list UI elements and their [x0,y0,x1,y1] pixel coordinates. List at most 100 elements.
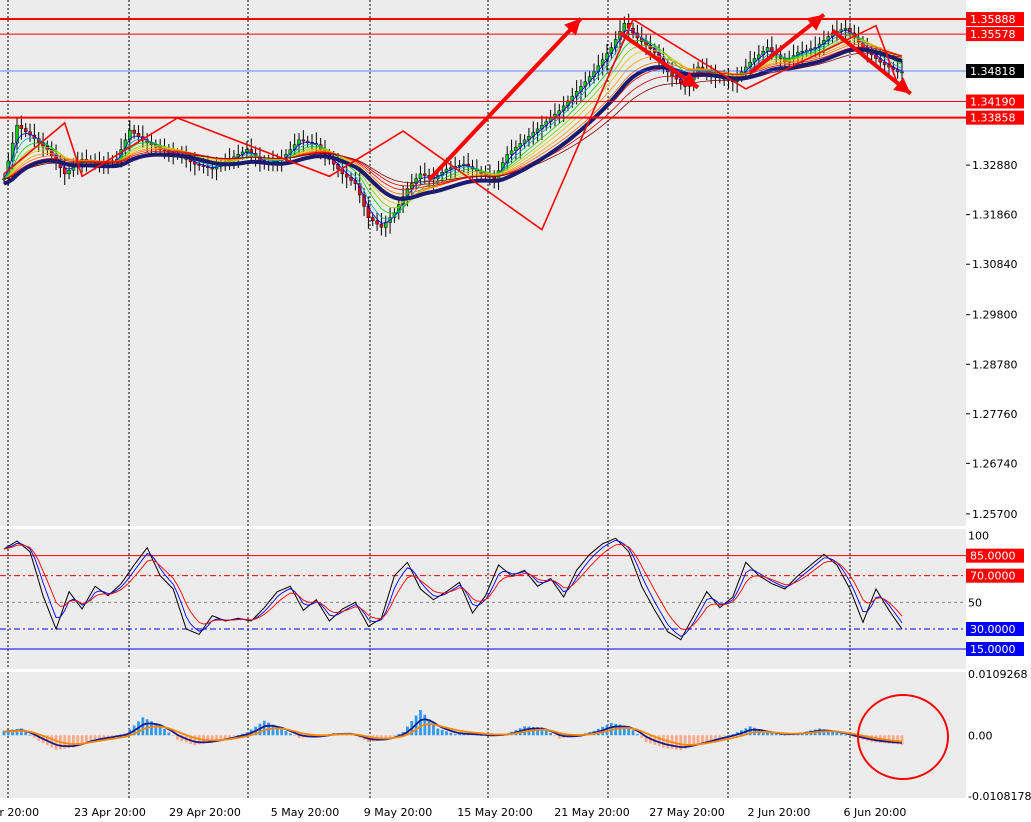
macd-histogram-bar [419,710,422,736]
price-tick-label: 1.28780 [972,358,1018,371]
macd-histogram-bar [701,735,704,743]
time-tick-label: 2 Jun 20:00 [748,806,811,819]
candle-body [509,150,514,155]
macd-histogram-bar [288,733,292,736]
candle-body [609,47,614,54]
last-price-label: 1.34818 [970,65,1016,78]
candle-body [19,125,24,129]
macd-histogram-bar [635,734,639,736]
macd-tick-label: 0.00 [968,729,993,742]
macd-histogram-bar [657,735,661,747]
macd-histogram-bar [167,732,171,736]
price-tick-label: 1.25700 [972,508,1018,521]
macd-histogram-bar [553,735,557,737]
candle-body [800,50,804,53]
candle-body [843,27,848,31]
macd-histogram-bar [770,733,774,736]
candle-body [132,129,136,134]
level-price-label: 1.35888 [970,13,1016,26]
macd-histogram-bar [284,730,288,736]
price-tick-label: 1.31860 [972,209,1018,222]
candle-body [375,220,379,225]
level-value-label: 15.0000 [970,643,1016,656]
macd-histogram-bar [85,735,88,742]
macd-histogram-bar [102,735,106,738]
macd-histogram-bar [293,735,297,737]
price-tick-label: 1.30840 [972,258,1018,271]
macd-histogram-bar [458,734,461,736]
candle-body [622,23,627,32]
candle-body [418,173,423,179]
macd-histogram-bar [89,735,93,740]
macd-histogram-bar [631,730,635,736]
time-tick-label: 15 May 20:00 [457,806,532,819]
macd-tick-label: -0.0108178 [968,790,1031,803]
candle-body [765,47,770,52]
candle-body [23,128,28,133]
macd-histogram-bar [28,734,32,736]
macd-tick-label: 0.0109268 [968,668,1028,681]
candle-body [379,223,384,228]
macd-histogram-bar [718,735,722,738]
level-value-label: 70.0000 [970,570,1016,583]
candle-body [301,139,306,142]
macd-histogram-bar [106,735,110,737]
macd-histogram-bar [714,735,717,739]
macd-histogram-bar [844,734,848,736]
time-tick-label: 23 Apr 20:00 [74,806,146,819]
time-tick-label: Apr 20:00 [0,806,39,819]
time-tick-label: 9 May 20:00 [364,806,432,819]
chart-canvas: 1.32880 1.31860 1.30840 1.29800 1.28780 1.277… [0,0,1031,822]
macd-histogram-bar [549,733,553,736]
macd-histogram-bar [722,735,726,737]
chart-window: 1.32880 1.31860 1.30840 1.29800 1.28780 1.277… [0,0,1031,822]
macd-histogram-bar [696,735,700,745]
price-tick-label: 1.27760 [972,408,1018,421]
price-tick-label: 1.26740 [972,457,1018,470]
macd-histogram-bar [709,735,713,741]
macd-histogram-bar [544,730,548,736]
macd-histogram-bar [453,734,457,736]
time-tick-label: 27 May 20:00 [649,806,724,819]
price-tick-label: 1.29800 [972,309,1018,322]
price-tick-label: 1.32880 [972,159,1018,172]
candle-body [62,167,67,175]
macd-histogram-bar [839,733,843,736]
candle-body [423,173,427,176]
candle-body [770,47,774,52]
macd-histogram-bar [662,735,665,748]
macd-histogram-bar [80,735,84,744]
price-panel [0,0,966,526]
macd-histogram-bar [54,735,58,750]
stochastic-tick-label: 100 [968,530,989,543]
candle-body [67,169,71,175]
macd-histogram-bar [393,735,396,737]
macd-histogram-bar [163,728,166,736]
macd-histogram-bar [705,735,709,742]
macd-histogram-bar [445,731,448,736]
level-price-label: 1.34190 [970,96,1016,109]
stochastic-tick-label: 50 [968,596,982,609]
time-tick-label: 29 Apr 20:00 [169,806,241,819]
candle-body [449,167,453,170]
macd-histogram-bar [432,723,435,736]
macd-histogram-bar [262,720,266,736]
time-tick-label: 21 May 20:00 [554,806,629,819]
time-tick-label: 6 Jun 20:00 [844,806,907,819]
macd-histogram-bar [93,735,97,740]
macd-histogram-bar [111,735,114,737]
macd-histogram-bar [640,735,644,739]
level-value-label: 85.0000 [970,550,1016,563]
time-tick-label: 5 May 20:00 [271,806,339,819]
macd-histogram-bar [436,728,440,736]
candle-body [605,53,609,60]
macd-histogram-bar [171,735,175,737]
macd-histogram-bar [228,735,231,738]
macd-histogram-bar [223,735,227,739]
candle-body [370,217,375,222]
level-price-label: 1.35578 [970,28,1016,41]
level-price-label: 1.33858 [970,112,1016,125]
level-value-label: 30.0000 [970,623,1016,636]
macd-histogram-bar [98,735,101,739]
candle-body [900,71,904,74]
